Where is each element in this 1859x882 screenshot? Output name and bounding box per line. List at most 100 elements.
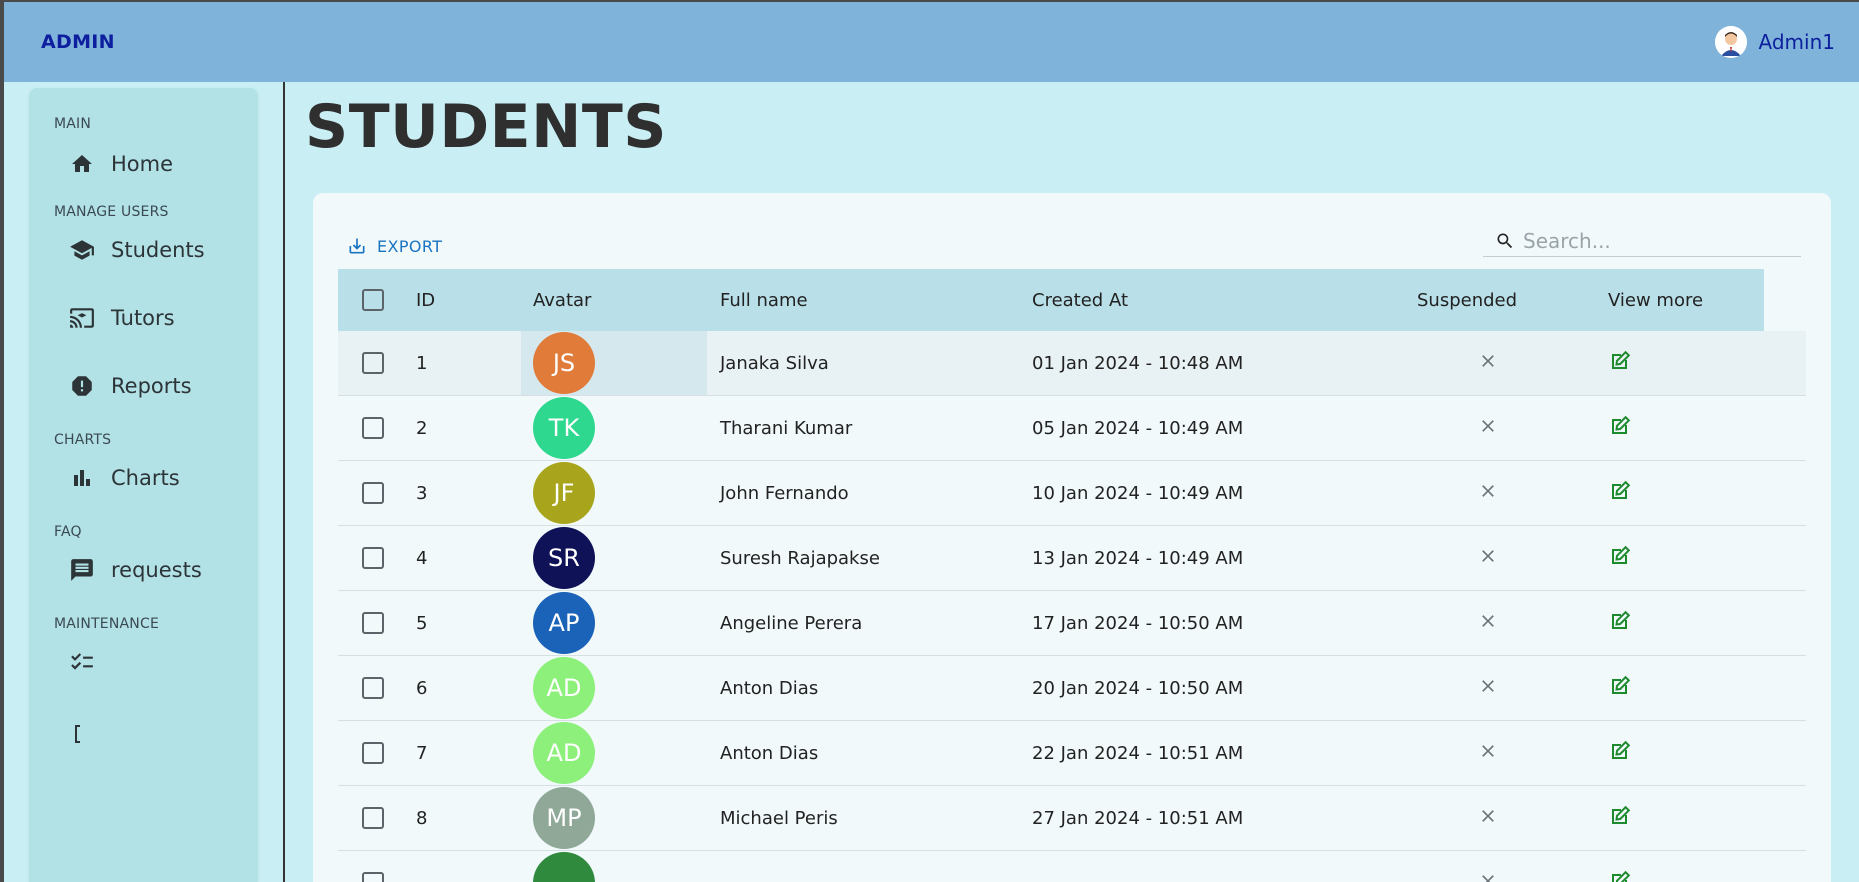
export-button[interactable]: EXPORT <box>347 236 442 256</box>
sidebar-item-label: requests <box>111 558 202 582</box>
top-bar: ADMIN Admin1 <box>4 0 1859 82</box>
edit-icon[interactable] <box>1608 739 1632 763</box>
sidebar-item-home[interactable]: Home <box>29 138 258 190</box>
sidebar-section-faq: FAQ <box>54 524 82 540</box>
row-select-cell <box>338 352 408 374</box>
search-icon <box>1497 233 1513 248</box>
column-header-id[interactable]: ID <box>408 290 521 311</box>
table-row[interactable]: 6 AD Anton Dias 20 Jan 2024 - 10:50 AM <box>338 656 1806 721</box>
cell-avatar: AD <box>521 656 707 720</box>
row-checkbox[interactable] <box>362 417 384 439</box>
table-row[interactable]: 7 AD Anton Dias 22 Jan 2024 - 10:51 AM <box>338 721 1806 786</box>
sidebar-item-requests[interactable] <box>29 636 258 688</box>
table-row[interactable]: 8 MP Michael Peris 27 Jan 2024 - 10:51 AM <box>338 786 1806 851</box>
cell-avatar: MP <box>521 786 707 850</box>
content-divider <box>283 82 285 882</box>
table-row[interactable]: 3 JF John Fernando 10 Jan 2024 - 10:49 AM <box>338 461 1806 526</box>
close-icon <box>1478 546 1498 571</box>
edit-icon[interactable] <box>1608 869 1632 882</box>
edit-icon[interactable] <box>1608 479 1632 503</box>
edit-icon[interactable] <box>1608 414 1632 438</box>
sidebar: MAIN Home MANAGE USERS Students Tutors R… <box>29 88 258 882</box>
cell-suspended <box>1395 806 1580 831</box>
export-label: EXPORT <box>377 236 443 256</box>
row-select-cell <box>338 547 408 569</box>
cell-view-more <box>1580 869 1760 882</box>
user-avatar[interactable] <box>1714 26 1747 58</box>
avatar: AD <box>533 722 595 784</box>
cell-avatar: JF <box>521 461 707 525</box>
column-header-full-name[interactable]: Full name <box>707 290 1019 311</box>
user-menu[interactable]: Admin1 <box>1714 26 1835 58</box>
row-select-cell <box>338 742 408 764</box>
row-checkbox[interactable] <box>362 547 384 569</box>
cell-avatar <box>521 851 707 882</box>
cell-view-more <box>1580 674 1760 703</box>
cell-created-at: 10 Jan 2024 - 10:49 AM <box>1032 482 1244 504</box>
row-checkbox[interactable] <box>362 612 384 634</box>
sidebar-item-students[interactable]: Students <box>29 224 258 276</box>
edit-icon[interactable] <box>1608 349 1632 373</box>
row-checkbox[interactable] <box>362 872 384 882</box>
cell-view-more <box>1580 804 1760 833</box>
search-input[interactable] <box>1523 228 1783 253</box>
edit-icon[interactable] <box>1608 544 1632 568</box>
column-header-view-more[interactable]: View more <box>1580 290 1760 311</box>
close-icon <box>1478 351 1498 376</box>
cell-avatar: TK <box>521 396 707 460</box>
row-select-cell <box>338 612 408 634</box>
table-row[interactable]: 5 AP Angeline Perera 17 Jan 2024 - 10:50 AM <box>338 591 1806 656</box>
column-header-suspended[interactable]: Suspended <box>1395 290 1580 311</box>
table-body: 1 JS Janaka Silva 01 Jan 2024 - 10:48 AM 2 TK… <box>338 331 1806 882</box>
row-checkbox[interactable] <box>362 677 384 699</box>
column-header-avatar[interactable]: Avatar <box>521 269 707 331</box>
row-checkbox[interactable] <box>362 482 384 504</box>
cell-created-at: 20 Jan 2024 - 10:50 AM <box>1032 677 1244 699</box>
avatar: TK <box>533 397 595 459</box>
row-select-cell <box>338 417 408 439</box>
search-field[interactable] <box>1483 225 1801 257</box>
students-table-card: EXPORT ID Avatar Full name Created At Su… <box>313 193 1831 882</box>
cell-avatar: AD <box>521 721 707 785</box>
download-icon <box>349 238 365 254</box>
close-icon <box>1478 806 1498 831</box>
cell-full-name: Tharani Kumar <box>720 417 853 439</box>
avatar: MP <box>533 787 595 849</box>
home-icon <box>69 151 95 177</box>
edit-icon[interactable] <box>1608 674 1632 698</box>
close-icon <box>1478 741 1498 766</box>
cell-view-more <box>1580 414 1760 443</box>
logout-icon <box>69 721 95 747</box>
sidebar-item-logout[interactable] <box>29 708 258 760</box>
sidebar-item-label: Reports <box>111 374 192 398</box>
user-avatar-icon <box>1714 26 1747 58</box>
sidebar-item-comments[interactable]: requests <box>29 544 258 596</box>
table-row[interactable] <box>338 851 1806 882</box>
cell-view-more <box>1580 349 1760 378</box>
cell-avatar: AP <box>521 591 707 655</box>
sidebar-item-reports[interactable]: Reports <box>29 360 258 412</box>
students-table: ID Avatar Full name Created At Suspended… <box>338 269 1806 882</box>
cell-full-name: Janaka Silva <box>720 352 829 374</box>
cell-suspended <box>1395 351 1580 376</box>
edit-icon[interactable] <box>1608 609 1632 633</box>
row-checkbox[interactable] <box>362 742 384 764</box>
brand-logo[interactable]: ADMIN <box>41 31 115 53</box>
cell-suspended <box>1395 871 1580 882</box>
column-header-created-at[interactable]: Created At <box>1019 290 1395 311</box>
select-all-checkbox[interactable] <box>362 289 384 311</box>
cell-created-at: 17 Jan 2024 - 10:50 AM <box>1032 612 1244 634</box>
sidebar-item-tutors[interactable]: Tutors <box>29 292 258 344</box>
table-row[interactable]: 4 SR Suresh Rajapakse 13 Jan 2024 - 10:49 A… <box>338 526 1806 591</box>
cell-full-name: Anton Dias <box>720 677 819 699</box>
cell-id: 4 <box>416 547 428 569</box>
row-checkbox[interactable] <box>362 807 384 829</box>
avatar: AP <box>533 592 595 654</box>
table-row[interactable]: 2 TK Tharani Kumar 05 Jan 2024 - 10:49 AM <box>338 396 1806 461</box>
edit-icon[interactable] <box>1608 804 1632 828</box>
close-icon <box>1478 481 1498 506</box>
sidebar-item-charts[interactable]: Charts <box>29 452 258 504</box>
cell-created-at: 05 Jan 2024 - 10:49 AM <box>1032 417 1244 439</box>
table-row[interactable]: 1 JS Janaka Silva 01 Jan 2024 - 10:48 AM <box>338 331 1806 396</box>
row-checkbox[interactable] <box>362 352 384 374</box>
